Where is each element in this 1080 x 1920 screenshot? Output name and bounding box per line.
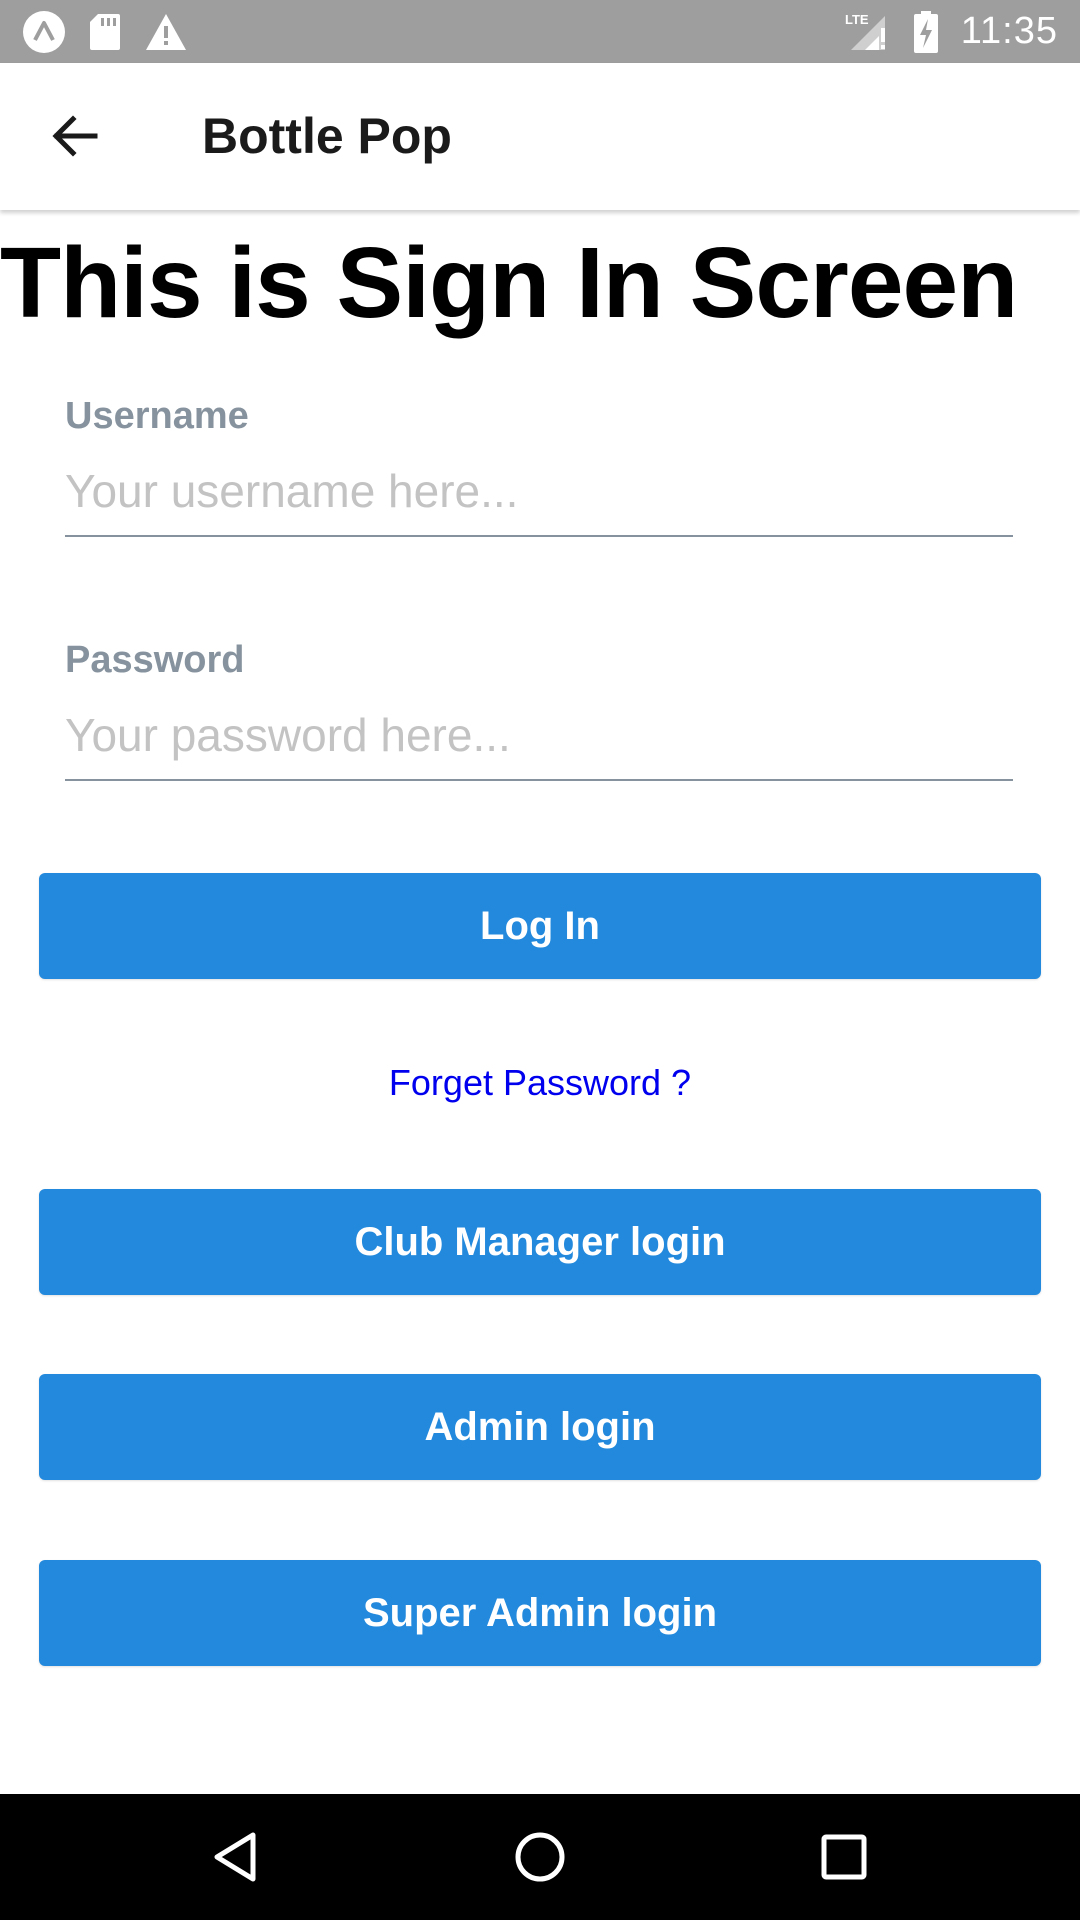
signal-icon: LTE [845, 10, 891, 54]
status-right-icons: LTE 11:35 [845, 10, 1058, 54]
app-bar: Bottle Pop [0, 63, 1080, 210]
expo-icon [22, 10, 66, 54]
home-circle-icon [515, 1832, 565, 1882]
password-input[interactable] [65, 691, 1013, 781]
username-field: Username [65, 393, 1013, 537]
warning-icon [144, 12, 188, 52]
password-label: Password [65, 639, 245, 681]
super-admin-login-button[interactable]: Super Admin login [39, 1560, 1041, 1666]
battery-charging-icon [913, 10, 939, 54]
nav-home-button[interactable] [505, 1822, 575, 1892]
admin-login-button[interactable]: Admin login [39, 1374, 1041, 1480]
log-in-button[interactable]: Log In [39, 873, 1041, 979]
recents-square-icon [821, 1834, 867, 1880]
network-type-label: LTE [845, 12, 869, 27]
system-nav-bar [0, 1794, 1080, 1920]
back-triangle-icon [214, 1832, 256, 1882]
username-label: Username [65, 395, 249, 437]
status-left-icons [22, 10, 188, 54]
club-manager-login-button[interactable]: Club Manager login [39, 1189, 1041, 1295]
clock-time: 11:35 [960, 10, 1058, 52]
nav-back-button[interactable] [200, 1822, 270, 1892]
app-title: Bottle Pop [202, 108, 452, 164]
sd-card-icon [88, 12, 122, 52]
nav-recents-button[interactable] [809, 1822, 879, 1892]
sign-in-screen: LTE 11:35 Bottle Pop This is Sign In Scr… [0, 0, 1080, 1920]
password-field: Password [65, 637, 1013, 781]
page-title: This is Sign In Screen [0, 227, 1018, 339]
arrow-left-icon [52, 115, 98, 157]
forgot-password-link[interactable]: Forget Password ? [0, 1062, 1080, 1104]
back-button[interactable] [40, 101, 110, 171]
username-input[interactable] [65, 447, 1013, 537]
status-bar: LTE 11:35 [0, 0, 1080, 63]
